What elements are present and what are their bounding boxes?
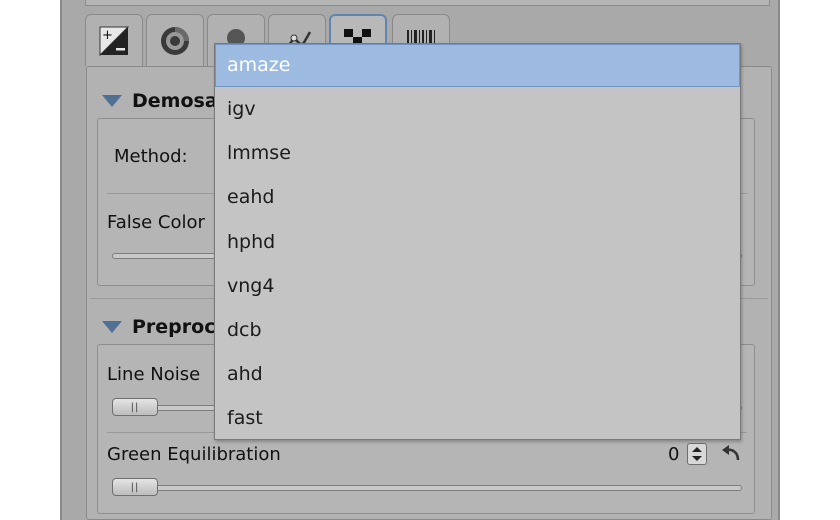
demosaicing-section-header[interactable]: Demosa xyxy=(102,90,218,112)
dropdown-option[interactable]: dcb xyxy=(215,308,740,352)
collapse-triangle-icon xyxy=(102,321,122,333)
green-equilibration-spinner[interactable] xyxy=(687,443,707,465)
reset-icon xyxy=(722,445,740,461)
green-equilibration-label: Green Equilibration xyxy=(107,444,281,465)
method-label: Method: xyxy=(114,146,188,167)
dropdown-option[interactable]: ahd xyxy=(215,352,740,396)
dropdown-option[interactable]: vng4 xyxy=(215,264,740,308)
dropdown-option[interactable]: fast xyxy=(215,396,740,440)
demosaicing-title: Demosa xyxy=(132,90,218,112)
dropdown-option[interactable]: lmmse xyxy=(215,131,740,175)
green-equilibration-slider-track[interactable] xyxy=(112,485,742,491)
green-equilibration-value[interactable]: 0 xyxy=(668,444,679,465)
collapse-triangle-icon xyxy=(102,95,122,107)
dropdown-option[interactable]: igv xyxy=(215,87,740,131)
line-noise-label: Line Noise xyxy=(107,364,201,385)
tab-color[interactable] xyxy=(146,14,204,66)
color-wheel-icon xyxy=(161,26,189,55)
line-noise-slider-handle[interactable]: || xyxy=(112,398,158,416)
tab-exposure[interactable]: + xyxy=(85,14,143,66)
green-equilibration-slider-handle[interactable]: || xyxy=(112,478,158,496)
dropdown-option[interactable]: hphd xyxy=(215,220,740,264)
method-dropdown-list[interactable]: amaze igv lmmse eahd hphd vng4 dcb ahd f… xyxy=(214,43,741,440)
svg-text:+: + xyxy=(102,28,113,43)
exposure-icon: + xyxy=(99,26,130,56)
preprocessing-section-header[interactable]: Preproc xyxy=(102,316,215,338)
spin-arrows-icon xyxy=(692,447,702,461)
dropdown-option-selected[interactable]: amaze xyxy=(215,44,740,87)
top-bar xyxy=(85,0,770,6)
false-color-label: False Color xyxy=(107,212,205,233)
preprocessing-title: Preproc xyxy=(132,316,216,338)
green-equilibration-reset[interactable] xyxy=(720,444,742,468)
dropdown-option[interactable]: eahd xyxy=(215,175,740,219)
